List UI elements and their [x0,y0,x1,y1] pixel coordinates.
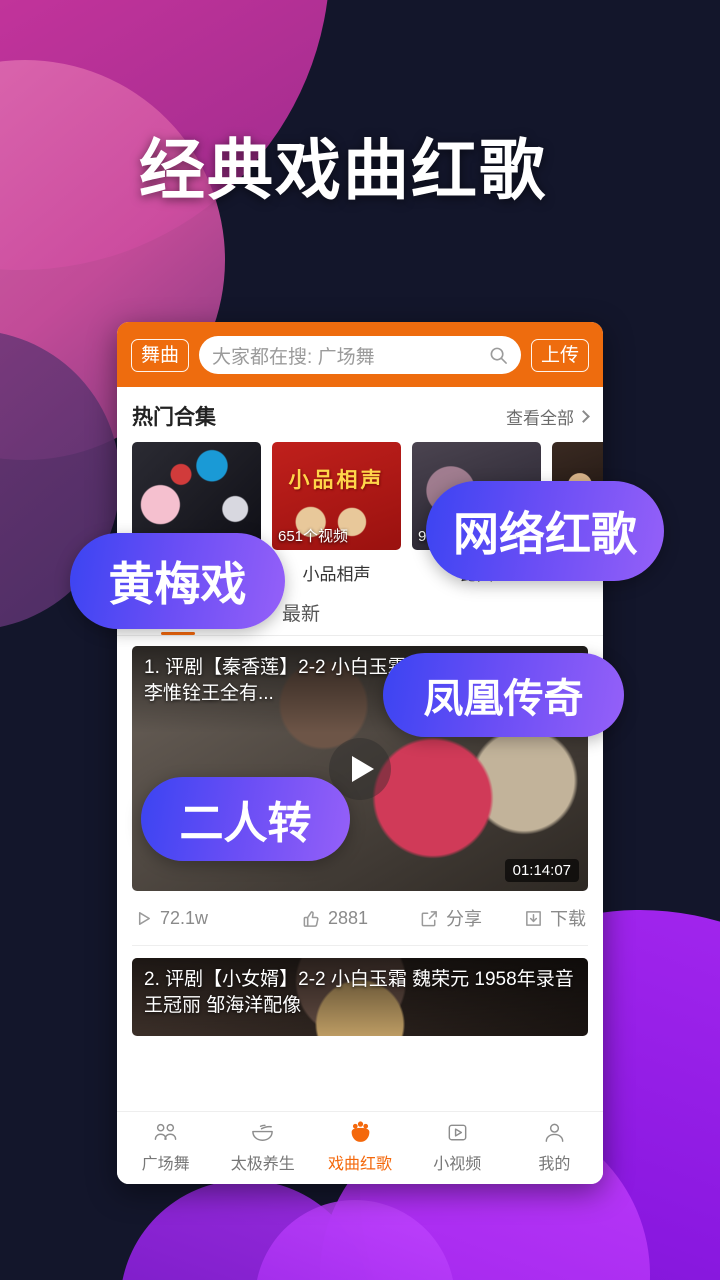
nav-label: 我的 [538,1156,571,1173]
video-title: 2. 评剧【小女婿】2-2 小白玉霜 魏荣元 1958年录音 王冠丽 邹海洋配像 [132,958,588,1036]
download-label: 下载 [550,909,586,929]
group-people-icon [154,1123,177,1140]
nav-item-opera-songs[interactable]: 戏曲红歌 [311,1121,408,1174]
play-count-value: 72.1w [160,907,209,928]
feature-bubble-huangmeixi: 黄梅戏 [70,533,285,629]
download-icon [526,910,541,926]
chevron-right-icon [577,409,590,423]
play-count: 72.1w [134,908,302,929]
search-icon [490,347,507,364]
like-button[interactable]: 2881 [302,908,420,929]
download-button[interactable]: 下载 [524,905,586,931]
play-triangle [352,755,374,782]
nav-label: 戏曲红歌 [328,1156,393,1173]
search-placeholder: 大家都在搜: 广场舞 [212,346,375,368]
view-all-label: 查看全部 [506,408,574,428]
search-input[interactable]: 大家都在搜: 广场舞 [199,336,521,374]
collection-label: 小品相声 [302,565,371,584]
video-card[interactable]: 2. 评剧【小女婿】2-2 小白玉霜 魏荣元 1958年录音 王冠丽 邹海洋配像 [132,958,588,1036]
nav-item-short-video[interactable]: 小视频 [409,1121,506,1174]
video-duration: 01:14:07 [504,859,579,882]
thumbs-up-icon [303,910,319,927]
feature-bubble-wangluohongge: 网络红歌 [426,481,664,581]
nav-label: 太极养生 [230,1156,295,1173]
collection-thumbnail: 651个视频 [272,442,401,550]
app-header: 舞曲 大家都在搜: 广场舞 上传 [117,322,603,387]
share-icon [421,910,437,926]
user-profile-icon [545,1123,564,1142]
share-label: 分享 [446,909,482,929]
share-button[interactable]: 分享 [420,905,524,931]
nav-item-taiji-health[interactable]: 太极养生 [214,1121,311,1174]
section-title: 热门合集 [132,406,216,429]
nav-item-profile[interactable]: 我的 [506,1121,603,1174]
view-all-button[interactable]: 查看全部 [506,404,590,429]
nav-label: 广场舞 [141,1156,190,1173]
app-screenshot-card: 舞曲 大家都在搜: 广场舞 上传 热门合集 查看全部 黄梅戏 651个视频 [117,322,603,1184]
video-stats-row: 72.1w 2881 分享 下载 [132,891,588,946]
play-triangle-icon [138,911,150,925]
category-button[interactable]: 舞曲 [131,338,190,372]
page-title: 经典戏曲红歌 [139,133,547,207]
collection-video-count: 651个视频 [278,528,349,545]
upload-button[interactable]: 上传 [530,338,589,372]
collection-item[interactable]: 651个视频 小品相声 [272,442,401,585]
video-play-icon [448,1124,467,1141]
feature-bubble-errenzhuan: 二人转 [141,777,350,861]
mask-flower-icon [351,1121,369,1142]
feature-bubble-fenghuangchuanqi: 凤凰传奇 [383,653,624,737]
like-count-value: 2881 [328,907,369,928]
nav-label: 小视频 [433,1156,482,1173]
bowl-icon [252,1124,274,1141]
nav-item-square-dance[interactable]: 广场舞 [117,1121,214,1174]
bottom-navigation: 广场舞 太极养生 戏曲红歌 小视频 我的 [117,1111,603,1184]
video-thumbnail[interactable]: 2. 评剧【小女婿】2-2 小白玉霜 魏荣元 1958年录音 王冠丽 邹海洋配像 [132,958,588,1036]
collections-section-header: 热门合集 查看全部 [117,387,603,442]
